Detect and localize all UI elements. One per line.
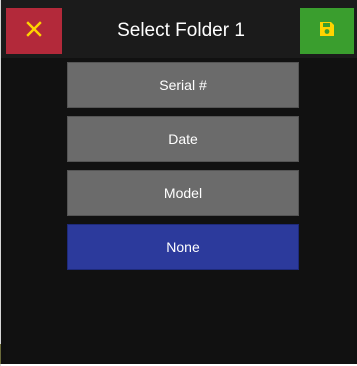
page-title: Select Folder 1	[117, 20, 245, 41]
save-button[interactable]	[300, 8, 354, 54]
option-label: Serial #	[159, 77, 207, 93]
title-bar: Select Folder 1	[1, 0, 357, 58]
option-date-button[interactable]: Date	[67, 116, 299, 162]
folder-options-panel: Serial # Date Model None	[6, 58, 354, 364]
screen: Select Folder 1 Serial # Date Model None	[1, 0, 357, 364]
option-model-button[interactable]: Model	[67, 170, 299, 216]
option-label: Date	[168, 131, 198, 147]
option-none-button[interactable]: None	[67, 224, 299, 270]
save-icon	[318, 20, 336, 43]
option-label: Model	[163, 185, 203, 201]
close-button[interactable]	[6, 8, 62, 54]
option-label: None	[166, 239, 200, 255]
close-icon	[26, 20, 42, 42]
option-serial-button[interactable]: Serial #	[67, 62, 299, 108]
